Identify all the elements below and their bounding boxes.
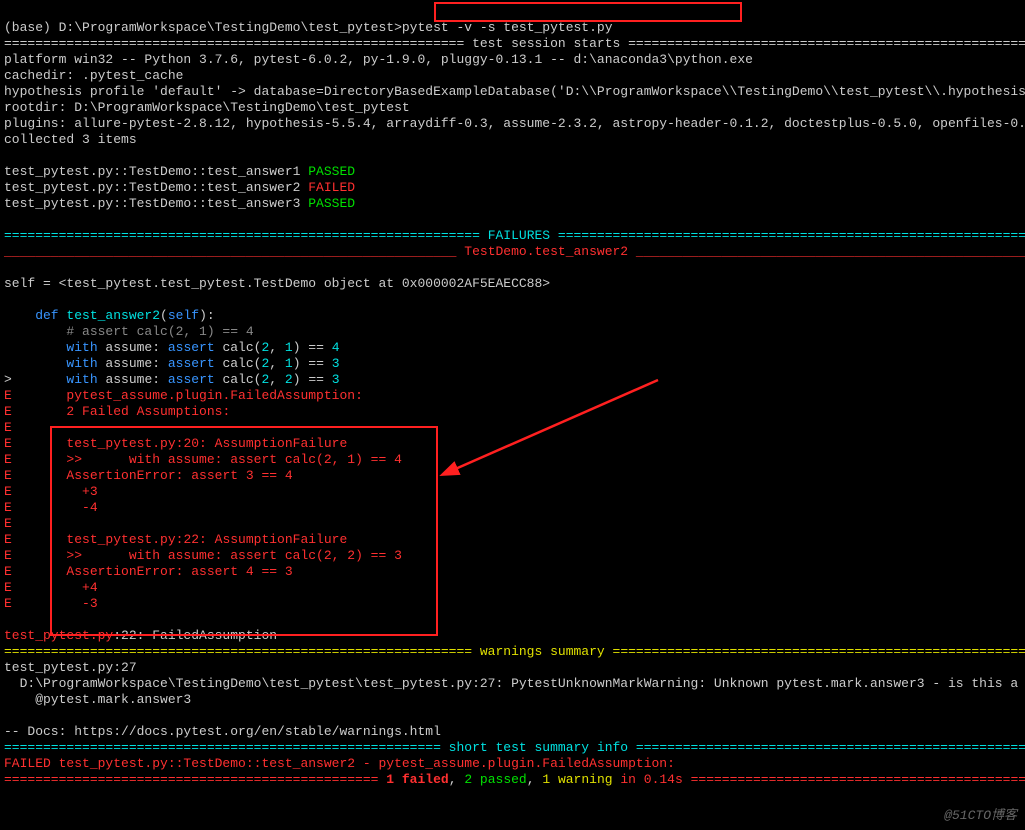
test-name-1: test_pytest.py::TestDemo::test_answer1 <box>4 164 308 179</box>
warn-docs: -- Docs: https://docs.pytest.org/en/stab… <box>4 724 441 739</box>
eq-sum-r: ========================================… <box>636 740 1025 755</box>
final-warn: 1 warning <box>542 772 612 787</box>
prompt-command: >pytest -v -s test_pytest.py <box>394 20 612 35</box>
fail-loc: :22: FailedAssumption <box>113 628 277 643</box>
error-line: pytest_assume.plugin.FailedAssumption: <box>12 388 363 403</box>
error-gutter: E <box>4 388 12 403</box>
eq-warn-l: ========================================… <box>4 644 472 659</box>
test-name-2: test_pytest.py::TestDemo::test_answer2 <box>4 180 308 195</box>
self-line: self = <test_pytest.test_pytest.TestDemo… <box>4 276 550 291</box>
eq-l: ========================================… <box>4 36 464 51</box>
failures-header: FAILURES <box>480 228 558 243</box>
under-l: ________________________________________… <box>4 244 456 259</box>
func-name: test_answer2 <box>66 308 160 323</box>
terminal[interactable]: (base) D:\ProgramWorkspace\TestingDemo\t… <box>0 0 1025 792</box>
final-passed: 2 passed <box>464 772 526 787</box>
summary-line: FAILED test_pytest.py::TestDemo::test_an… <box>4 756 675 771</box>
eq-warn-r: ========================================… <box>613 644 1025 659</box>
eq-sum-l: ========================================… <box>4 740 441 755</box>
eq-fail-r: ========================================… <box>558 228 1025 243</box>
test-status-1: PASSED <box>308 164 355 179</box>
test-status-3: PASSED <box>308 196 355 211</box>
eq-fail-l: ========================================… <box>4 228 480 243</box>
summary-header: short test summary info <box>441 740 636 755</box>
eq-final-l: ========================================… <box>4 772 378 787</box>
eq-final-r: ========================================… <box>691 772 1025 787</box>
fail-file: test_pytest.py <box>4 628 113 643</box>
collected-line: collected 3 items <box>4 132 137 147</box>
plugins-line: plugins: allure-pytest-2.8.12, hypothesi… <box>4 116 1025 131</box>
watermark: @51CTO博客 <box>944 808 1017 824</box>
eq-r: ========================================… <box>628 36 1025 51</box>
failure-item-header: TestDemo.test_answer2 <box>456 244 635 259</box>
warnings-header: warnings summary <box>472 644 612 659</box>
hypothesis-line: hypothesis profile 'default' -> database… <box>4 84 1025 99</box>
platform-line: platform win32 -- Python 3.7.6, pytest-6… <box>4 52 753 67</box>
warn-l1: test_pytest.py:27 <box>4 660 137 675</box>
final-failed: 1 failed <box>386 772 448 787</box>
warn-l2: D:\ProgramWorkspace\TestingDemo\test_pyt… <box>4 676 1025 691</box>
session-header: test session starts <box>464 36 628 51</box>
comment-line: # assert calc(2, 1) == 4 <box>4 324 254 339</box>
gutter-marker: > <box>4 372 12 387</box>
test-name-3: test_pytest.py::TestDemo::test_answer3 <box>4 196 308 211</box>
warn-l3: @pytest.mark.answer3 <box>4 692 191 707</box>
cachedir-line: cachedir: .pytest_cache <box>4 68 183 83</box>
final-time: in 0.14s <box>613 772 683 787</box>
rootdir-line: rootdir: D:\ProgramWorkspace\TestingDemo… <box>4 100 410 115</box>
under-r: ________________________________________… <box>636 244 1025 259</box>
prompt-path: (base) D:\ProgramWorkspace\TestingDemo\t… <box>4 20 394 35</box>
test-status-2: FAILED <box>308 180 355 195</box>
kw-def: def <box>4 308 66 323</box>
